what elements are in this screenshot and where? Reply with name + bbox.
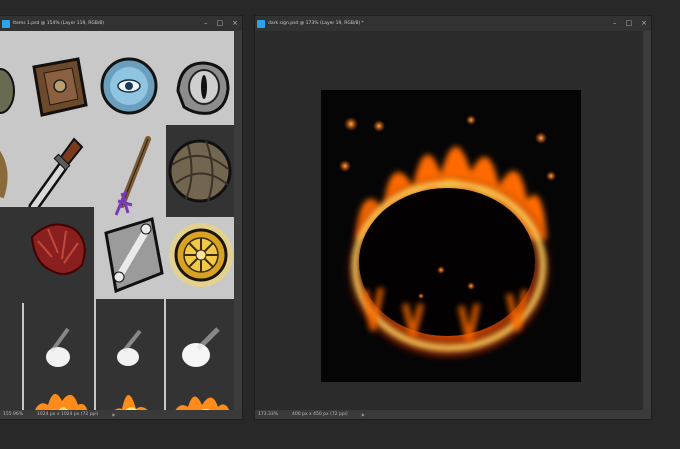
sprite-cell (166, 125, 234, 217)
sprite-cell (24, 299, 94, 379)
smoke-puff-icon (182, 327, 220, 367)
sprite-cell (22, 207, 94, 303)
right-status-bar: 173.33% 400 px x 450 px (72 ppi) ▶ (255, 410, 651, 419)
smoke-puff-icon (117, 329, 142, 366)
sprite-cell (166, 379, 234, 410)
sprite-cell (96, 379, 164, 410)
left-window-title: Items 1.psd @ 154% (Layer 119, RGB/8) (13, 21, 105, 26)
left-document-window: Items 1.psd @ 154% (Layer 119, RGB/8) – … (0, 16, 242, 419)
sprite-cell (0, 299, 22, 379)
left-status-bar: 155.96% 1024 px x 1024 px (72 ppi) ▶ (0, 410, 242, 419)
left-window-titlebar[interactable]: Items 1.psd @ 154% (Layer 119, RGB/8) – … (0, 16, 242, 31)
eyeball-icon (176, 61, 230, 115)
golden-wheel-icon (169, 223, 233, 287)
sprite-cell (0, 379, 22, 410)
sprite-sheet-canvas[interactable] (0, 31, 234, 410)
photoshop-doc-icon (257, 19, 265, 28)
document-canvas-area[interactable] (255, 31, 643, 410)
vertical-scrollbar[interactable] (234, 31, 242, 410)
fire-icon (175, 396, 230, 410)
staff-icon (114, 136, 151, 216)
status-menu-arrow-icon[interactable]: ▶ (362, 412, 365, 417)
sprite-cell (0, 207, 22, 303)
partial-sprite-icon (0, 68, 15, 114)
book-icon (32, 57, 88, 117)
close-button[interactable]: × (232, 19, 238, 27)
close-button[interactable]: × (641, 19, 647, 27)
zoom-level[interactable]: 155.96% (3, 412, 23, 417)
fire-icon (34, 394, 88, 410)
zoom-level[interactable]: 173.33% (258, 412, 278, 417)
partial-sprite-icon (0, 150, 8, 199)
document-size: 400 px x 450 px (72 ppi) (292, 412, 348, 417)
fire-ring-icon (339, 115, 556, 358)
vertical-scrollbar[interactable] (643, 31, 651, 410)
bone-cloth-icon (104, 217, 164, 294)
photoshop-doc-icon (2, 19, 10, 28)
red-coral-icon (30, 223, 86, 275)
smoke-puff-icon (46, 327, 70, 367)
maximize-button[interactable]: □ (217, 19, 224, 27)
sprite-cell (24, 379, 94, 410)
right-window-titlebar[interactable]: dark sign.psd @ 173% (Layer 19, RGB/8) *… (255, 16, 651, 31)
dark-sign-artwork[interactable] (321, 90, 581, 382)
document-size: 1024 px x 1024 px (72 ppi) (37, 412, 99, 417)
minimize-button[interactable]: – (204, 19, 208, 27)
eye-orb-icon (100, 57, 158, 115)
sprite-cell (166, 299, 234, 379)
right-window-title: dark sign.psd @ 173% (Layer 19, RGB/8) * (268, 21, 364, 26)
maximize-button[interactable]: □ (626, 19, 633, 27)
status-menu-arrow-icon[interactable]: ▶ (112, 412, 115, 417)
fire-icon (114, 395, 148, 410)
rope-ball-icon (168, 139, 232, 203)
right-document-window: dark sign.psd @ 173% (Layer 19, RGB/8) *… (255, 16, 651, 419)
minimize-button[interactable]: – (613, 19, 617, 27)
sprite-cell (96, 299, 164, 379)
